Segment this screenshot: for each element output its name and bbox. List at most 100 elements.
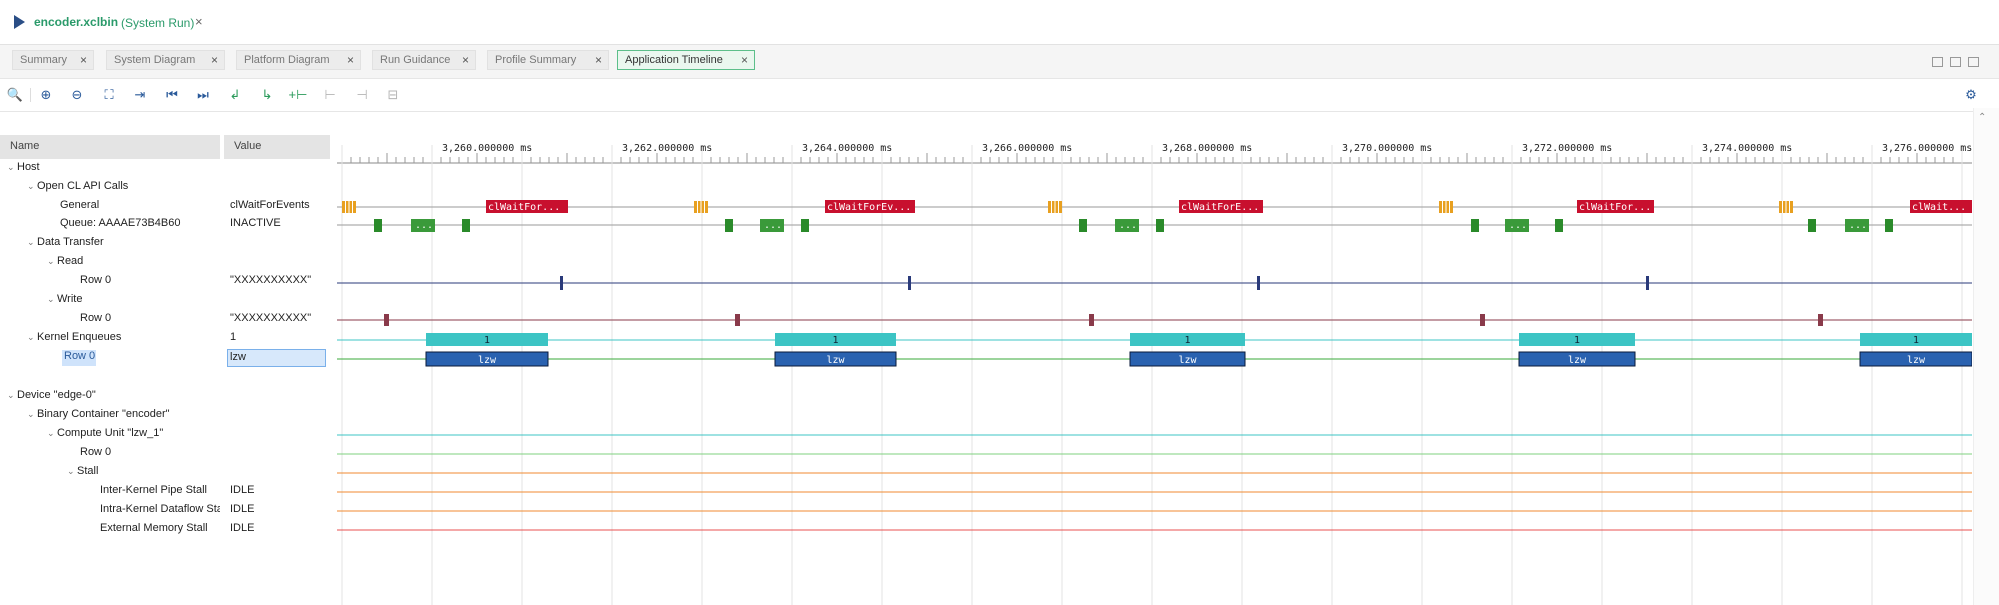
- tree-row-kernel-row-0[interactable]: Row 0: [64, 350, 95, 368]
- queue-event-bar: [1079, 219, 1087, 232]
- tree-row-inter-kernel-pipe-stall[interactable]: Inter-Kernel Pipe Stall: [100, 484, 207, 502]
- xclbin-file-name: encoder.xclbin: [34, 15, 119, 29]
- kernel-row-0-value: lzw: [230, 351, 246, 363]
- expand-caret-icon[interactable]: ⌄: [7, 162, 17, 173]
- tree-node-write[interactable]: ⌄ Write: [47, 293, 82, 311]
- tab-close-icon[interactable]: ×: [347, 53, 354, 67]
- expand-caret-icon[interactable]: ⌄: [27, 181, 37, 192]
- expand-caret-icon[interactable]: ⌄: [47, 428, 57, 439]
- prev-marker-icon[interactable]: ⊣: [353, 86, 371, 104]
- tree-node-data-transfer[interactable]: ⌄ Data Transfer: [27, 236, 104, 254]
- tree-label: Data Transfer: [37, 236, 104, 248]
- write-transfer-marker: [384, 314, 389, 326]
- remove-cursor-icon[interactable]: ⊢: [321, 86, 339, 104]
- tab-application-timeline[interactable]: Application Timeline ×: [617, 50, 755, 70]
- next-transition-icon[interactable]: ↳: [258, 86, 276, 104]
- go-to-start-icon[interactable]: ⏮: [163, 86, 181, 104]
- scroll-up-icon[interactable]: ⌃: [1978, 112, 1986, 123]
- expand-caret-icon[interactable]: ⌄: [47, 294, 57, 305]
- external-memory-stall-value: IDLE: [230, 522, 255, 534]
- value-column-label: Value: [234, 140, 262, 152]
- expand-caret-icon[interactable]: ⌄: [67, 466, 77, 477]
- kernel-enqueues-value: 1: [230, 331, 237, 343]
- vertical-scrollbar[interactable]: [1973, 108, 1999, 605]
- editor-title-bar: encoder.xclbin (System Run) ×: [0, 0, 1999, 44]
- run-icon: [14, 15, 25, 29]
- tab-label: Application Timeline: [625, 54, 723, 66]
- expand-caret-icon[interactable]: ⌄: [47, 256, 57, 267]
- add-cursor-icon[interactable]: +⊢: [289, 86, 308, 104]
- tree-row-read-row-0[interactable]: Row 0: [80, 274, 111, 292]
- zoom-out-icon[interactable]: ⊖: [68, 86, 86, 104]
- report-tab-bar: Summary × System Diagram × Platform Diag…: [0, 44, 1999, 78]
- read-transfer-marker: [908, 276, 911, 290]
- tree-label: Device "edge-0": [17, 389, 96, 401]
- tree-node-kernel-enqueues[interactable]: ⌄ Kernel Enqueues: [27, 331, 121, 349]
- tree-row-intra-kernel-dataflow-stall[interactable]: Intra-Kernel Dataflow Sta: [100, 503, 220, 521]
- value-column-header[interactable]: Value: [224, 135, 330, 159]
- zoom-in-icon[interactable]: ⊕: [37, 86, 55, 104]
- timeline-toolbar: 🔍 ⊕ ⊖ ⛶ ⇥ ⏮ ⏭ ↲ ↳ +⊢ ⊢ ⊣ ⊟ ⚙: [0, 78, 1999, 112]
- tree-label: Intra-Kernel Dataflow Sta: [100, 503, 220, 515]
- tab-profile-summary[interactable]: Profile Summary ×: [487, 50, 609, 70]
- close-editor-icon[interactable]: ×: [195, 14, 203, 29]
- time-tick-label: 3,260.000000 ms: [442, 143, 532, 154]
- kernel-execution-label: lzw: [1178, 355, 1197, 366]
- expand-caret-icon[interactable]: ⌄: [27, 409, 37, 420]
- tree-row-queue[interactable]: Queue: AAAAE73B4B60: [60, 217, 180, 235]
- tree-node-opencl-api-calls[interactable]: ⌄ Open CL API Calls: [27, 180, 128, 198]
- tree-label: Row 0: [80, 446, 112, 458]
- tab-close-icon[interactable]: ×: [595, 53, 602, 67]
- kernel-execution-label: lzw: [1568, 355, 1587, 366]
- minimize-icon[interactable]: [1932, 57, 1943, 67]
- tab-close-icon[interactable]: ×: [211, 53, 218, 67]
- tree-row-external-memory-stall[interactable]: External Memory Stall: [100, 522, 208, 540]
- tab-close-icon[interactable]: ×: [741, 53, 748, 67]
- timeline-waveform-canvas[interactable]: 3,260.000000 ms 3,262.000000 ms 3,264.0000…: [332, 135, 1972, 605]
- tab-summary[interactable]: Summary ×: [12, 50, 94, 70]
- expand-caret-icon[interactable]: ⌄: [27, 332, 37, 343]
- run-type-label: (System Run): [121, 16, 195, 30]
- tree-node-stall[interactable]: ⌄ Stall: [67, 465, 98, 483]
- tab-system-diagram[interactable]: System Diagram ×: [106, 50, 225, 70]
- queue-event-bar: [1555, 219, 1563, 232]
- name-column-header[interactable]: Name: [0, 135, 220, 159]
- tree-label: Stall: [77, 465, 99, 477]
- previous-transition-icon[interactable]: ↲: [226, 86, 244, 104]
- next-marker-icon[interactable]: ⊟: [384, 86, 402, 104]
- time-tick-label: 3,264.000000 ms: [802, 143, 892, 154]
- time-tick-label: 3,274.000000 ms: [1702, 143, 1792, 154]
- maximize-icon[interactable]: [1968, 57, 1979, 67]
- add-marker-icon[interactable]: ⇥: [131, 86, 149, 104]
- expand-caret-icon[interactable]: ⌄: [7, 390, 17, 401]
- go-to-end-icon[interactable]: ⏭: [194, 86, 212, 104]
- read-row-0-value: "XXXXXXXXXX": [230, 274, 312, 286]
- tree-label: External Memory Stall: [100, 522, 208, 534]
- tree-label: General: [60, 199, 100, 211]
- tree-row-write-row-0[interactable]: Row 0: [80, 312, 111, 330]
- settings-gear-icon[interactable]: ⚙: [1962, 86, 1980, 104]
- restore-icon[interactable]: [1950, 57, 1961, 67]
- api-call-label: clWaitForE...: [1181, 202, 1259, 213]
- zoom-fit-icon[interactable]: ⛶: [100, 86, 118, 104]
- queue-value: INACTIVE: [230, 217, 281, 229]
- tab-close-icon[interactable]: ×: [462, 53, 469, 67]
- tree-node-binary-container[interactable]: ⌄ Binary Container "encoder": [27, 408, 170, 426]
- tree-node-compute-unit[interactable]: ⌄ Compute Unit "lzw_1": [47, 427, 163, 445]
- tree-label: Kernel Enqueues: [37, 331, 122, 343]
- expand-caret-icon[interactable]: ⌄: [27, 237, 37, 248]
- time-tick-label: 3,266.000000 ms: [982, 143, 1072, 154]
- tree-row-general[interactable]: General: [60, 199, 99, 217]
- kernel-execution-label: lzw: [478, 355, 497, 366]
- tab-close-icon[interactable]: ×: [80, 53, 87, 67]
- tree-node-host[interactable]: ⌄ Host: [7, 161, 40, 179]
- time-tick-label: 3,262.000000 ms: [622, 143, 712, 154]
- time-tick-label: 3,272.000000 ms: [1522, 143, 1612, 154]
- tree-row-cu-row-0[interactable]: Row 0: [80, 446, 111, 464]
- tree-label: Host: [17, 161, 40, 173]
- tab-run-guidance[interactable]: Run Guidance ×: [372, 50, 476, 70]
- tree-node-device[interactable]: ⌄ Device "edge-0": [7, 389, 96, 407]
- search-icon[interactable]: 🔍: [6, 86, 24, 104]
- tree-node-read[interactable]: ⌄ Read: [47, 255, 83, 273]
- tab-platform-diagram[interactable]: Platform Diagram ×: [236, 50, 361, 70]
